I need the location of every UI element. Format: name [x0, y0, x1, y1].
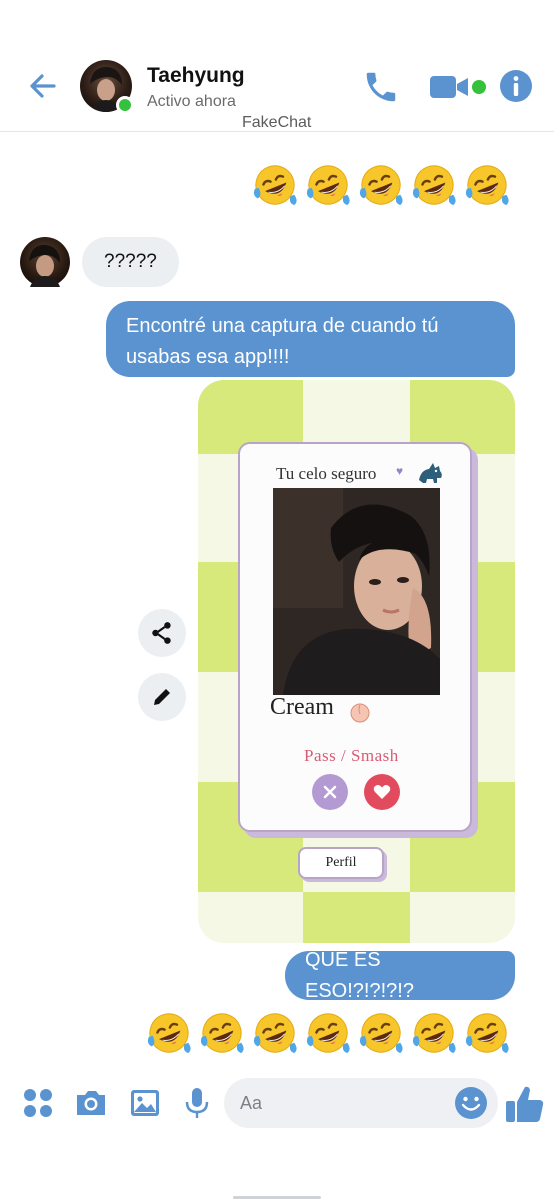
rofl-emoji-icon: [464, 1010, 510, 1056]
profile-name: Cream: [270, 694, 334, 720]
camera-icon[interactable]: [72, 1084, 110, 1122]
back-arrow-icon[interactable]: [24, 66, 64, 106]
contact-name[interactable]: Taehyung: [147, 64, 245, 88]
peach-icon: [350, 703, 370, 723]
video-camera-icon[interactable]: [428, 70, 470, 104]
info-icon[interactable]: [498, 68, 534, 104]
rofl-emoji-icon: [411, 1010, 457, 1056]
pass-button: [312, 774, 348, 810]
incoming-message-bubble[interactable]: ?????: [82, 237, 179, 287]
rofl-emoji-icon: [358, 162, 404, 208]
phone-icon[interactable]: [362, 68, 400, 106]
message-input[interactable]: [240, 1078, 450, 1128]
smash-button: [364, 774, 400, 810]
smiley-icon[interactable]: [454, 1086, 488, 1120]
card-header: Tu celo seguro: [276, 464, 377, 483]
thumbs-up-icon[interactable]: [503, 1082, 547, 1126]
profile-photo: [273, 488, 440, 695]
share-button[interactable]: [138, 609, 186, 657]
dog-sticker-icon: [419, 463, 442, 483]
message-composer: [0, 1068, 554, 1138]
outgoing-message-bubble[interactable]: QUE ES ESO!?!?!?!?: [285, 949, 515, 1002]
profile-card: Tu celo seguro ♥ Cream Pass / Smash: [238, 442, 472, 832]
share-icon: [152, 622, 171, 644]
outgoing-message-bubble[interactable]: Encontré una captura de cuando tú usabas…: [106, 301, 515, 377]
rofl-emoji-icon: [411, 162, 457, 208]
rofl-emoji-icon: [305, 162, 351, 208]
rofl-emoji-icon: [199, 1010, 245, 1056]
rofl-emoji-icon: [252, 162, 298, 208]
heart-icon: ♥: [396, 464, 404, 478]
rofl-emoji-icon: [464, 162, 510, 208]
microphone-icon[interactable]: [178, 1084, 216, 1122]
edit-button[interactable]: [138, 673, 186, 721]
emoji-message-bottom[interactable]: [146, 1010, 510, 1056]
rofl-emoji-icon: [146, 1010, 192, 1056]
profile-button: Perfil: [298, 847, 384, 879]
pass-smash-label: Pass / Smash: [304, 746, 399, 765]
emoji-message-top[interactable]: [252, 162, 510, 208]
contact-avatar[interactable]: [80, 60, 134, 114]
video-active-indicator: [472, 80, 486, 94]
rofl-emoji-icon: [305, 1010, 351, 1056]
heart-icon: [373, 785, 391, 799]
close-icon: [323, 785, 337, 799]
image-icon[interactable]: [126, 1084, 164, 1122]
online-indicator: [116, 96, 134, 114]
home-indicator: [233, 1196, 321, 1199]
image-message[interactable]: Tu celo seguro ♥ Cream Pass / Smash Perf…: [198, 380, 515, 943]
rofl-emoji-icon: [358, 1010, 404, 1056]
rofl-emoji-icon: [252, 1010, 298, 1056]
sender-avatar[interactable]: [20, 237, 70, 287]
contact-status: Activo ahora: [147, 93, 236, 110]
chat-header: Taehyung Activo ahora FakeChat: [0, 0, 554, 132]
message-input-box[interactable]: [224, 1078, 498, 1128]
four-dots-icon[interactable]: [19, 1084, 57, 1122]
app-watermark: FakeChat: [242, 114, 312, 131]
pencil-icon: [154, 689, 170, 705]
